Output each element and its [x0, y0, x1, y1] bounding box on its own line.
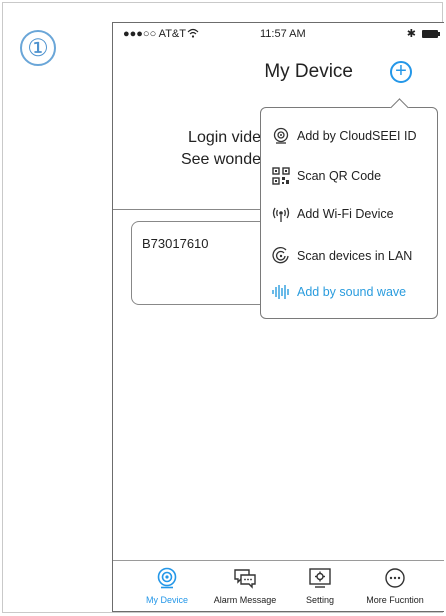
add-device-button[interactable]: +	[390, 61, 412, 83]
menu-item-add-by-id[interactable]: Add by CloudSEEI ID	[271, 126, 417, 146]
qr-code-icon	[271, 166, 291, 186]
menu-item-label: Scan QR Code	[297, 169, 382, 183]
menu-item-label: Add by CloudSEEI ID	[297, 129, 417, 143]
bluetooth-icon: ✱	[406, 28, 416, 40]
step-number: ①	[20, 30, 56, 66]
empty-state-text: Login vide See wonde	[113, 127, 261, 171]
camera-icon	[155, 567, 179, 589]
menu-item-label: Scan devices in LAN	[297, 249, 413, 263]
wifi-signal-icon	[187, 28, 199, 38]
empty-state-line-2: See wonde	[180, 151, 261, 168]
sound-wave-icon	[271, 282, 291, 302]
plus-icon: +	[395, 60, 407, 82]
tab-alarm-message[interactable]: Alarm Message	[205, 561, 285, 611]
menu-item-scan-qr[interactable]: Scan QR Code	[271, 166, 381, 186]
popup-arrow	[390, 98, 409, 117]
settings-icon	[308, 567, 332, 589]
empty-state-line-1: Login vide	[188, 129, 261, 146]
page-title: My Device	[264, 61, 353, 82]
divider	[113, 209, 263, 210]
device-card[interactable]: B73017610	[131, 221, 271, 305]
tab-label: Alarm Message	[213, 595, 277, 605]
tab-more-function[interactable]: More Fucntion	[355, 561, 435, 611]
tab-label: My Device	[145, 595, 188, 605]
menu-item-label: Add Wi-Fi Device	[297, 207, 394, 221]
device-id: B73017610	[142, 236, 209, 251]
phone-screen: ●●●○○ AT&T 11:57 AM ✱ My Device + Login …	[112, 22, 444, 612]
carrier-label: ●●●○○ AT&T	[123, 28, 186, 40]
wifi-device-icon	[271, 204, 291, 224]
lan-scan-icon	[271, 246, 291, 266]
clock: 11:57 AM	[260, 28, 306, 40]
more-icon	[383, 567, 407, 589]
add-device-popup-menu: Add by CloudSEEI ID Scan QR Code Add Wi-…	[260, 98, 438, 319]
tab-label: Setting	[305, 595, 335, 605]
status-bar: ●●●○○ AT&T 11:57 AM ✱	[113, 23, 444, 43]
tab-my-device[interactable]: My Device	[127, 561, 207, 611]
menu-item-scan-lan[interactable]: Scan devices in LAN	[271, 246, 412, 266]
tab-bar: My Device Alarm Message Setting More Fuc…	[113, 560, 444, 611]
menu-item-label: Add by sound wave	[297, 285, 407, 299]
camera-icon	[271, 126, 291, 146]
menu-item-add-wifi[interactable]: Add Wi-Fi Device	[271, 204, 394, 224]
battery-icon	[422, 29, 440, 38]
tab-label: More Fucntion	[366, 595, 424, 605]
message-icon	[233, 567, 257, 589]
tab-setting[interactable]: Setting	[280, 561, 360, 611]
menu-item-sound-wave[interactable]: Add by sound wave	[271, 282, 406, 302]
